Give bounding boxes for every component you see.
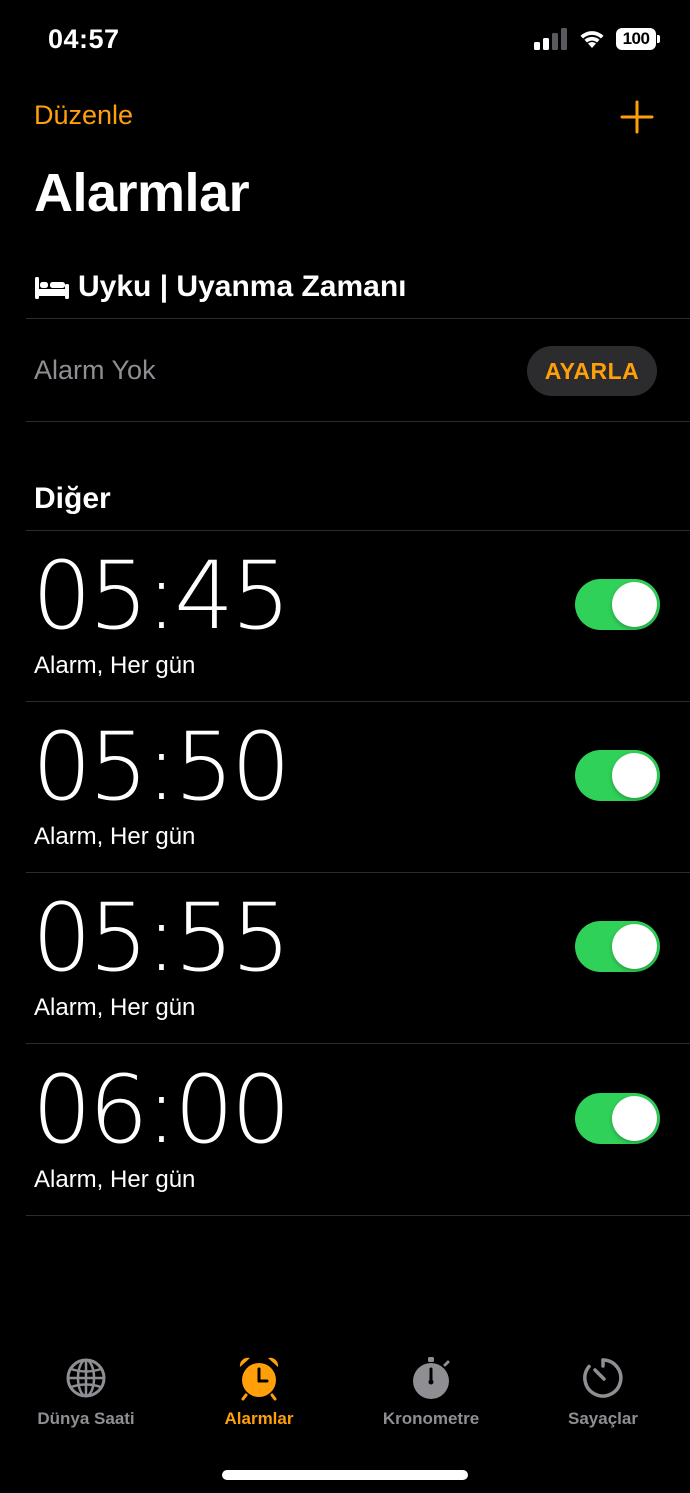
status-icons: 100 [534, 28, 660, 50]
bed-icon [35, 277, 69, 299]
tab-bar: Dünya Saati Alarmlar Kronometre Sayaçlar [0, 1355, 690, 1445]
alarm-label: Alarm, Her gün [34, 994, 196, 1021]
alarm-row[interactable]: 05:45 Alarm, Her gün [0, 531, 690, 702]
tab-label: Alarmlar [224, 1409, 294, 1428]
toggle-knob [612, 924, 657, 969]
alarm-time: 05:50 [32, 713, 291, 822]
alarm-toggle[interactable] [575, 1093, 660, 1144]
cellular-signal-icon [534, 28, 567, 50]
timer-icon [583, 1358, 623, 1398]
alarm-toggle[interactable] [575, 921, 660, 972]
sleep-header-label: Uyku | Uyanma Zamanı [78, 270, 407, 303]
alarm-toggle[interactable] [575, 750, 660, 801]
alarm-row[interactable]: 05:50 Alarm, Her gün [0, 702, 690, 873]
divider [26, 1043, 690, 1044]
alarm-toggle[interactable] [575, 579, 660, 630]
alarm-label: Alarm, Her gün [34, 1166, 196, 1193]
alarm-time: 06:00 [32, 1056, 291, 1165]
alarm-clock-icon [239, 1357, 279, 1401]
wifi-icon [580, 31, 604, 48]
divider [26, 318, 690, 319]
battery-indicator: 100 [616, 28, 656, 50]
home-indicator[interactable] [222, 1470, 468, 1480]
tab-timers[interactable]: Sayaçlar [517, 1355, 689, 1429]
alarm-time: 05:45 [32, 542, 291, 651]
divider [26, 421, 690, 422]
globe-icon [66, 1358, 106, 1398]
toggle-knob [612, 1096, 657, 1141]
edit-button[interactable]: Düzenle [34, 100, 133, 131]
other-section-header: Diğer [34, 482, 111, 515]
alarm-label: Alarm, Her gün [34, 823, 196, 850]
tab-label: Kronometre [382, 1409, 480, 1428]
tab-alarms[interactable]: Alarmlar [173, 1355, 345, 1429]
sleep-section-header: Uyku | Uyanma Zamanı [34, 270, 407, 304]
tab-stopwatch[interactable]: Kronometre [345, 1355, 517, 1429]
page-title: Alarmlar [34, 163, 250, 223]
setup-button[interactable]: AYARLA [527, 346, 657, 396]
alarm-time: 05:55 [32, 884, 291, 993]
divider [26, 1215, 690, 1216]
tab-world-clock[interactable]: Dünya Saati [0, 1355, 172, 1429]
status-bar: 04:57 100 [0, 0, 690, 84]
tab-label: Sayaçlar [568, 1409, 638, 1428]
alarm-row[interactable]: 06:00 Alarm, Her gün [0, 1045, 690, 1216]
stopwatch-icon [413, 1357, 450, 1399]
plus-icon[interactable] [620, 100, 654, 134]
status-time: 04:57 [48, 24, 120, 54]
battery-cap [657, 35, 660, 43]
tab-label: Dünya Saati [37, 1409, 135, 1428]
toggle-knob [612, 582, 657, 627]
sleep-no-alarm-label: Alarm Yok [34, 355, 156, 385]
alarm-label: Alarm, Her gün [34, 652, 196, 679]
alarm-row[interactable]: 05:55 Alarm, Her gün [0, 873, 690, 1044]
toggle-knob [612, 753, 657, 798]
